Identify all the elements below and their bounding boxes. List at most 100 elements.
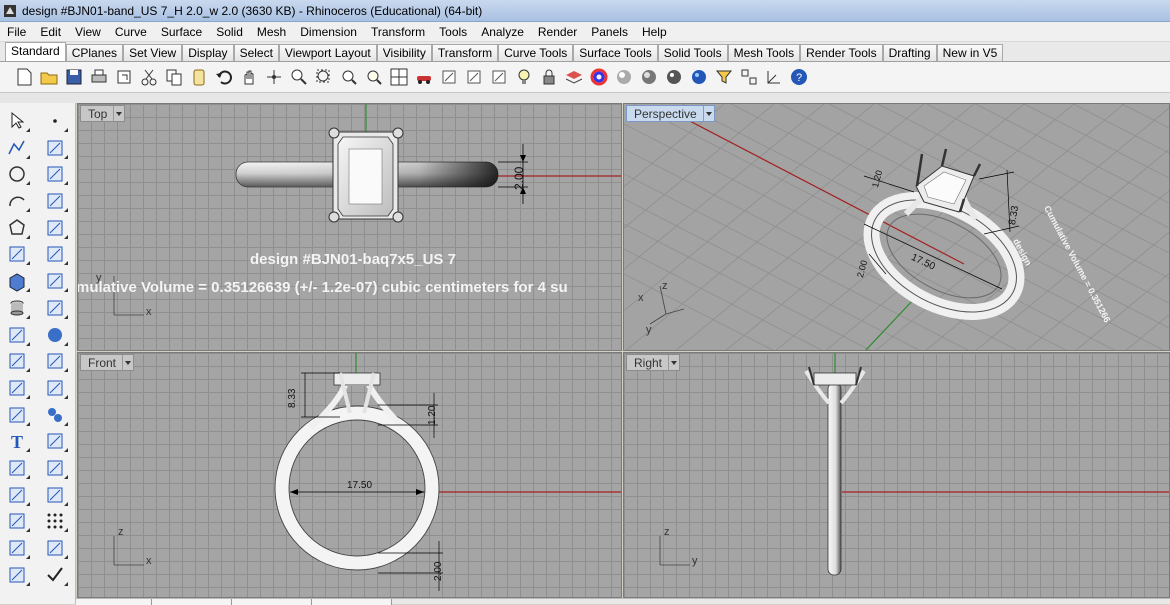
tab-viewport-layout[interactable]: Viewport Layout xyxy=(278,44,377,61)
menu-curve[interactable]: Curve xyxy=(108,22,154,42)
transform-icon[interactable] xyxy=(3,349,31,373)
named-cplane-icon[interactable] xyxy=(462,66,485,89)
rectangle-icon[interactable] xyxy=(41,189,69,213)
menu-mesh[interactable]: Mesh xyxy=(250,22,293,42)
paste-icon[interactable] xyxy=(187,66,210,89)
solid-box-icon[interactable] xyxy=(3,483,31,507)
scale-icon[interactable] xyxy=(41,376,69,400)
viewport-label-front[interactable]: Front xyxy=(80,354,135,371)
layer-icon[interactable] xyxy=(562,66,585,89)
chevron-down-icon[interactable] xyxy=(668,355,679,370)
tab-display[interactable]: Display xyxy=(182,44,234,61)
chevron-down-icon[interactable] xyxy=(122,355,133,370)
viewport-tab[interactable] xyxy=(232,599,312,605)
split-icon[interactable] xyxy=(3,376,31,400)
arc-icon[interactable] xyxy=(3,189,31,213)
menu-file[interactable]: File xyxy=(0,22,33,42)
zoom-selected-icon[interactable] xyxy=(362,66,385,89)
extrude-icon[interactable] xyxy=(41,242,69,266)
rebuild-surface-icon[interactable] xyxy=(3,242,31,266)
check-icon[interactable] xyxy=(41,563,69,587)
tab-surface-tools[interactable]: Surface Tools xyxy=(573,44,658,61)
pencil-icon[interactable] xyxy=(41,483,69,507)
text-icon[interactable]: T xyxy=(3,429,31,453)
viewport-top[interactable]: Top 2.00 design #BJN01-baq7x5_US 7 mulat… xyxy=(77,103,622,351)
render-sphere-icon[interactable] xyxy=(662,66,685,89)
box-icon[interactable] xyxy=(3,269,31,293)
zoom-icon[interactable] xyxy=(287,66,310,89)
open-file-icon[interactable] xyxy=(37,66,60,89)
block-icon[interactable] xyxy=(41,536,69,560)
fillet-icon[interactable] xyxy=(3,403,31,427)
tab-standard[interactable]: Standard xyxy=(5,42,66,61)
osnap-icon[interactable] xyxy=(737,66,760,89)
menu-panels[interactable]: Panels xyxy=(584,22,635,42)
viewport-label-perspective[interactable]: Perspective xyxy=(626,105,715,122)
align-icon[interactable] xyxy=(41,456,69,480)
four-viewports-icon[interactable] xyxy=(387,66,410,89)
dimension-icon[interactable] xyxy=(3,563,31,587)
boolean-icon[interactable] xyxy=(3,323,31,347)
cylinder-icon[interactable] xyxy=(3,296,31,320)
color-wheel-icon[interactable] xyxy=(587,66,610,89)
shaded-sphere-icon[interactable] xyxy=(612,66,635,89)
import-icon[interactable] xyxy=(112,66,135,89)
menu-view[interactable]: View xyxy=(68,22,108,42)
copy-icon[interactable] xyxy=(162,66,185,89)
select-filter-icon[interactable] xyxy=(712,66,735,89)
help-icon[interactable]: ? xyxy=(787,66,810,89)
cut-icon[interactable] xyxy=(137,66,160,89)
cplane-origin-icon[interactable] xyxy=(487,66,510,89)
viewport-tab[interactable] xyxy=(152,599,232,605)
polyline-icon[interactable] xyxy=(3,136,31,160)
menu-edit[interactable]: Edit xyxy=(33,22,68,42)
array-icon[interactable] xyxy=(3,456,31,480)
menu-dimension[interactable]: Dimension xyxy=(293,22,364,42)
tab-drafting[interactable]: Drafting xyxy=(882,44,937,61)
patch-icon[interactable] xyxy=(41,269,69,293)
circle-icon[interactable] xyxy=(3,162,31,186)
undo-icon[interactable] xyxy=(212,66,235,89)
menu-help[interactable]: Help xyxy=(635,22,674,42)
point-icon[interactable] xyxy=(41,109,69,133)
tab-render-tools[interactable]: Render Tools xyxy=(800,44,883,61)
tab-new-in-v5[interactable]: New in V5 xyxy=(936,44,1004,61)
rotate-view-icon[interactable] xyxy=(262,66,285,89)
light-bulb-icon[interactable] xyxy=(512,66,535,89)
named-view-icon[interactable] xyxy=(437,66,460,89)
lock-icon[interactable] xyxy=(537,66,560,89)
zoom-window-icon[interactable] xyxy=(312,66,335,89)
ellipse-icon[interactable] xyxy=(41,162,69,186)
viewport-tab[interactable] xyxy=(312,599,392,605)
join-icon[interactable] xyxy=(41,429,69,453)
tab-visibility[interactable]: Visibility xyxy=(376,44,432,61)
viewport-label-top[interactable]: Top xyxy=(80,105,126,122)
select-arrow-icon[interactable] xyxy=(3,109,31,133)
tab-set-view[interactable]: Set View xyxy=(123,44,183,61)
curve-points-icon[interactable] xyxy=(41,136,69,160)
curve-icon[interactable] xyxy=(41,216,69,240)
viewport-front[interactable]: Front 8.33 1.20 17.50 2.00 z x xyxy=(77,352,622,598)
menu-analyze[interactable]: Analyze xyxy=(474,22,531,42)
mirror-icon[interactable] xyxy=(41,349,69,373)
polygon-icon[interactable] xyxy=(3,216,31,240)
gumball-icon[interactable] xyxy=(762,66,785,89)
rendered-sphere-icon[interactable] xyxy=(637,66,660,89)
menu-transform[interactable]: Transform xyxy=(364,22,432,42)
chevron-down-icon[interactable] xyxy=(702,106,714,121)
blue-sphere-icon[interactable] xyxy=(687,66,710,89)
menu-surface[interactable]: Surface xyxy=(154,22,209,42)
tab-solid-tools[interactable]: Solid Tools xyxy=(657,44,728,61)
spheres-icon[interactable] xyxy=(41,403,69,427)
tab-select[interactable]: Select xyxy=(233,44,279,61)
print-icon[interactable] xyxy=(87,66,110,89)
tab-transform[interactable]: Transform xyxy=(431,44,499,61)
viewport-perspective[interactable]: Perspective 8.33 17.50 1.20 2.00 Cumulat… xyxy=(623,103,1170,351)
analyze-icon[interactable] xyxy=(3,536,31,560)
tab-curve-tools[interactable]: Curve Tools xyxy=(498,44,574,61)
chevron-down-icon[interactable] xyxy=(113,106,124,121)
tab-mesh-tools[interactable]: Mesh Tools xyxy=(727,44,801,61)
car-icon[interactable] xyxy=(412,66,435,89)
tab-cplanes[interactable]: CPlanes xyxy=(65,44,124,61)
save-icon[interactable] xyxy=(62,66,85,89)
